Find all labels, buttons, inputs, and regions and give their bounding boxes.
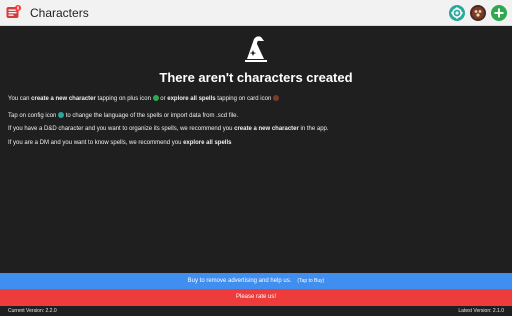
current-version: Current Version: 2.2.0 <box>8 308 57 314</box>
text: You can <box>8 96 32 102</box>
text: tapping on card icon <box>215 96 273 102</box>
wizard-hat-icon <box>240 33 272 65</box>
instruction-dm: If you are a DM and you want to know spe… <box>8 139 508 147</box>
instruction-create-or-explore: You can create a new character tapping o… <box>8 95 508 103</box>
text: in the app. <box>298 126 329 132</box>
remove-ads-text: Buy to remove advertising and help us. <box>187 278 292 284</box>
text-explore-all-spells: explore all spells <box>167 96 216 102</box>
tap-to-buy-text: (Tap to Buy) <box>297 278 325 284</box>
app-screen: 8 Characters There aren't characters cre… <box>0 0 512 316</box>
text: to change the language of the spells or … <box>64 113 239 119</box>
add-character-button[interactable] <box>491 5 507 21</box>
spells-card-button[interactable] <box>470 5 486 21</box>
text: If you are a DM and you want to know spe… <box>8 140 184 146</box>
page-title: Characters <box>30 6 89 20</box>
rate-us-banner[interactable]: Please rate us! <box>0 289 512 306</box>
app-icon: 8 <box>6 5 21 20</box>
text: tapping on plus icon <box>95 96 153 102</box>
empty-state-title: There aren't characters created <box>159 70 353 85</box>
instruction-config: Tap on config icon to change the languag… <box>8 112 508 120</box>
settings-icon <box>449 5 465 21</box>
settings-button[interactable] <box>449 5 465 21</box>
instruction-dnd-character: If you have a D&D character and you want… <box>8 125 508 133</box>
spells-card-icon <box>470 5 486 21</box>
card-inline-icon <box>272 95 279 101</box>
latest-version: Latest Version: 2.1.0 <box>458 308 504 314</box>
add-icon <box>491 5 507 21</box>
text: Tap on config icon <box>8 113 59 119</box>
top-bar: 8 Characters <box>0 0 512 26</box>
text: If you have a D&D character and you want… <box>8 126 235 132</box>
remove-ads-banner[interactable]: Buy to remove advertising and help us. (T… <box>0 273 512 289</box>
text-create-new-character: create a new character <box>31 96 96 102</box>
rate-us-text: Please rate us! <box>235 294 277 300</box>
text-explore-all-spells: explore all spells <box>183 140 232 146</box>
text: or <box>158 96 168 102</box>
text-create-new-character: create a new character <box>234 126 299 132</box>
